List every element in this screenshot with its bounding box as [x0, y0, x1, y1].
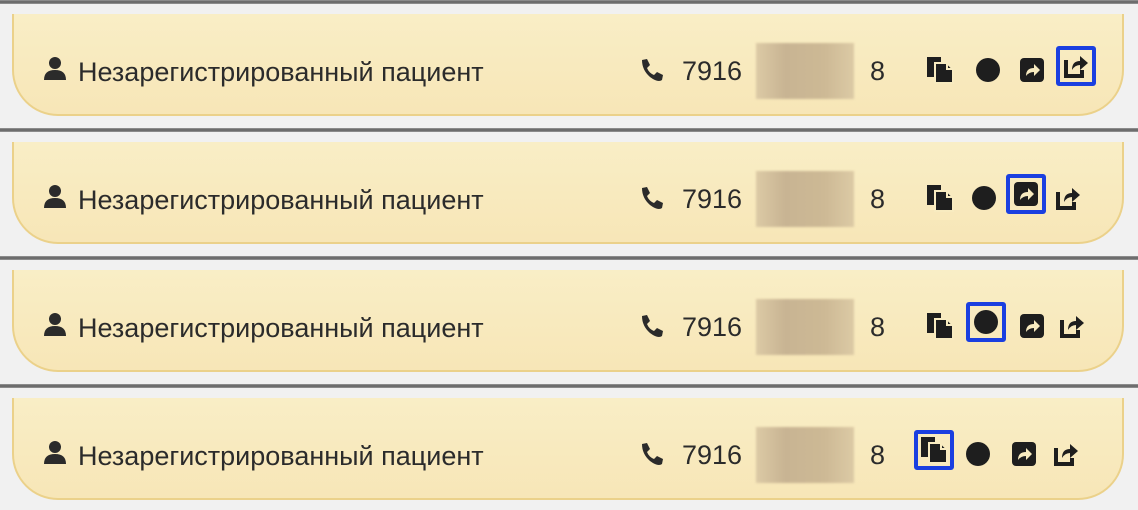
- copy-button[interactable]: [920, 178, 960, 218]
- forward-button[interactable]: [1012, 50, 1052, 90]
- share-icon: [1054, 444, 1078, 466]
- forward-square-icon: [1012, 442, 1036, 466]
- share-button[interactable]: [1052, 306, 1092, 346]
- share-icon: [1056, 188, 1080, 210]
- copy-icon: [927, 313, 954, 340]
- forward-button[interactable]: [1012, 306, 1052, 346]
- record-button[interactable]: [968, 50, 1008, 90]
- copy-button[interactable]: [914, 430, 954, 470]
- forward-square-icon: [1014, 182, 1038, 206]
- forward-button[interactable]: [1006, 174, 1046, 214]
- record-button[interactable]: [966, 302, 1006, 342]
- record-dot-icon: [966, 442, 990, 466]
- record-dot-icon: [974, 310, 998, 334]
- forward-square-icon: [1020, 58, 1044, 82]
- call-row-4: Незарегистрированный пациент 7916 8: [0, 384, 1138, 510]
- copy-icon: [927, 185, 954, 212]
- record-dot-icon: [976, 58, 1000, 82]
- share-button[interactable]: [1048, 178, 1088, 218]
- call-row-2: Незарегистрированный пациент 7916 8: [0, 128, 1138, 256]
- copy-button[interactable]: [920, 50, 960, 90]
- copy-button[interactable]: [920, 306, 960, 346]
- forward-square-icon: [1020, 314, 1044, 338]
- share-icon: [1060, 316, 1084, 338]
- share-icon: [1064, 56, 1088, 78]
- share-button[interactable]: [1046, 434, 1086, 474]
- copy-icon: [921, 437, 948, 464]
- record-dot-icon: [972, 186, 996, 210]
- call-row-3: Незарегистрированный пациент 7916 8: [0, 256, 1138, 384]
- share-button[interactable]: [1056, 46, 1096, 86]
- copy-icon: [927, 57, 954, 84]
- record-button[interactable]: [958, 434, 998, 474]
- forward-button[interactable]: [1004, 434, 1044, 474]
- call-row-1: Незарегистрированный пациент 7916 8: [0, 0, 1138, 128]
- record-button[interactable]: [964, 178, 1004, 218]
